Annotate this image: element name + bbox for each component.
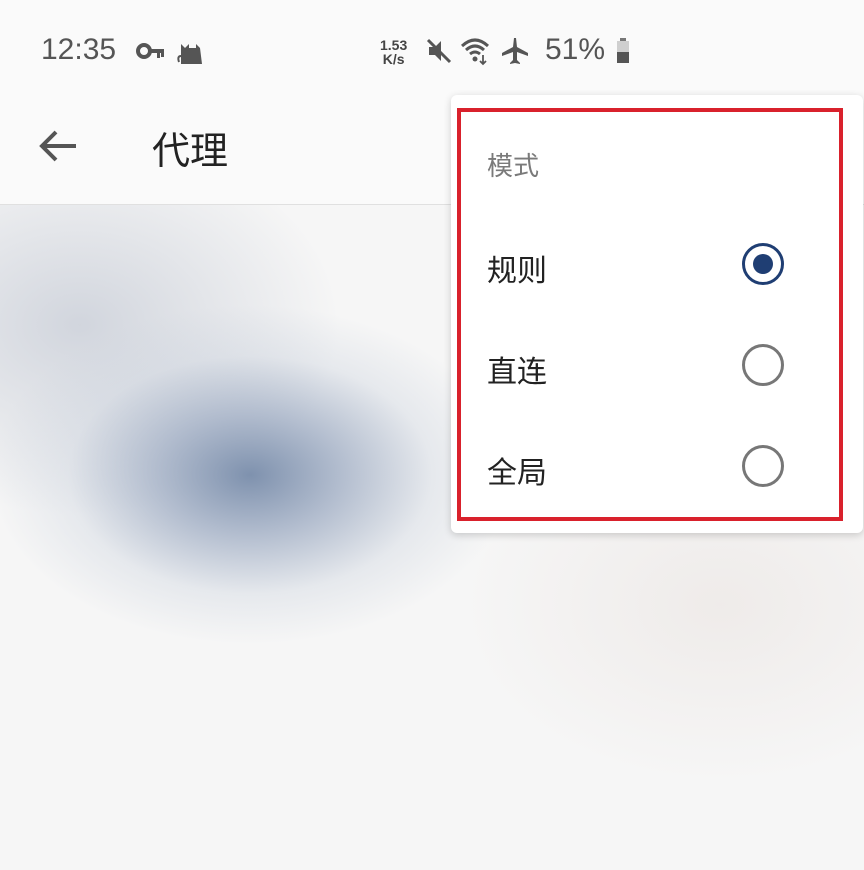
muted-icon — [426, 38, 452, 64]
arrow-left-icon[interactable] — [30, 120, 90, 172]
mode-option-label: 全局 — [487, 456, 547, 491]
network-speed-unit: K/s — [382, 51, 405, 67]
mode-option-rule[interactable]: 规则 — [460, 216, 835, 312]
network-speed-value: 1.53 — [380, 37, 408, 53]
radio-button[interactable] — [742, 243, 784, 285]
battery-icon — [617, 38, 629, 63]
radio-button[interactable] — [742, 445, 784, 487]
vpn-key-icon — [136, 43, 164, 59]
airplane-icon — [502, 38, 528, 64]
mode-option-label: 规则 — [487, 254, 547, 289]
page-title: 代理 — [152, 129, 229, 173]
status-time: 12:35 — [41, 33, 117, 66]
cat-icon — [177, 44, 202, 64]
status-bar: 12:35 1.53 K/s 51% — [0, 0, 864, 100]
network-speed: 1.53 K/s — [380, 38, 407, 66]
mode-option-direct[interactable]: 直连 — [460, 317, 835, 413]
mode-option-global[interactable]: 全局 — [460, 418, 835, 514]
mode-menu-header: 模式 — [487, 152, 540, 182]
radio-button[interactable] — [742, 344, 784, 386]
mode-option-label: 直连 — [487, 355, 547, 390]
battery-level: 51% — [545, 33, 606, 66]
wifi-icon — [460, 38, 490, 66]
